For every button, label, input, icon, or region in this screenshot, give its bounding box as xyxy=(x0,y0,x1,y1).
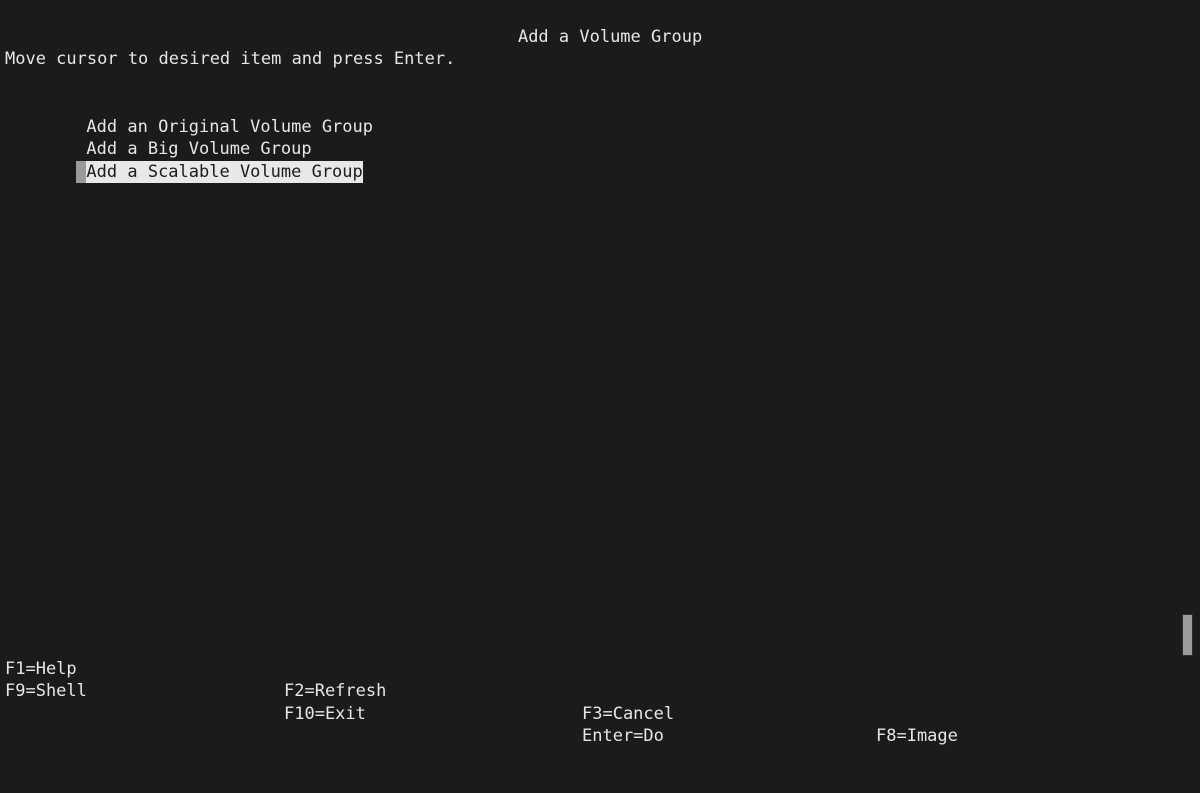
fkey-f9-shell[interactable]: F9=Shell xyxy=(5,680,87,703)
function-key-row-2: F9=Shell F10=Exit Enter=Do xyxy=(0,658,1200,746)
function-key-bar: F1=Help F2=Refresh F3=Cancel F8=Image F9… xyxy=(0,635,1200,747)
instruction-text: Move cursor to desired item and press En… xyxy=(5,49,456,69)
screen-title-row: Add a Volume Group xyxy=(0,3,1200,47)
menu-item-add-original-volume-group[interactable]: Add an Original Volume Group xyxy=(0,93,1200,137)
fkey-f3-cancel[interactable]: F3=Cancel xyxy=(582,703,674,726)
terminal-screen: Add a Volume Group Move cursor to desire… xyxy=(0,0,1200,747)
menu-list: Add an Original Volume Group Add a Big V… xyxy=(0,93,1200,183)
fkey-enter-do[interactable]: Enter=Do xyxy=(582,725,664,748)
function-key-row-1: F1=Help F2=Refresh F3=Cancel F8=Image xyxy=(0,635,1200,747)
cursor-block xyxy=(76,160,87,183)
fkey-f2-refresh[interactable]: F2=Refresh xyxy=(284,680,386,703)
fkey-f10-exit[interactable]: F10=Exit xyxy=(284,703,366,726)
menu-item-add-scalable-volume-group[interactable]: Add a Scalable Volume Group xyxy=(0,138,1200,183)
page-title: Add a Volume Group xyxy=(517,26,703,47)
menu-item-add-big-volume-group[interactable]: Add a Big Volume Group xyxy=(0,116,1200,159)
menu-item-label: Add a Scalable Volume Group xyxy=(86,160,363,183)
scrollbar-thumb[interactable] xyxy=(1182,614,1193,656)
fkey-f8-image[interactable]: F8=Image xyxy=(876,725,958,748)
scrollbar[interactable] xyxy=(1180,0,1200,685)
